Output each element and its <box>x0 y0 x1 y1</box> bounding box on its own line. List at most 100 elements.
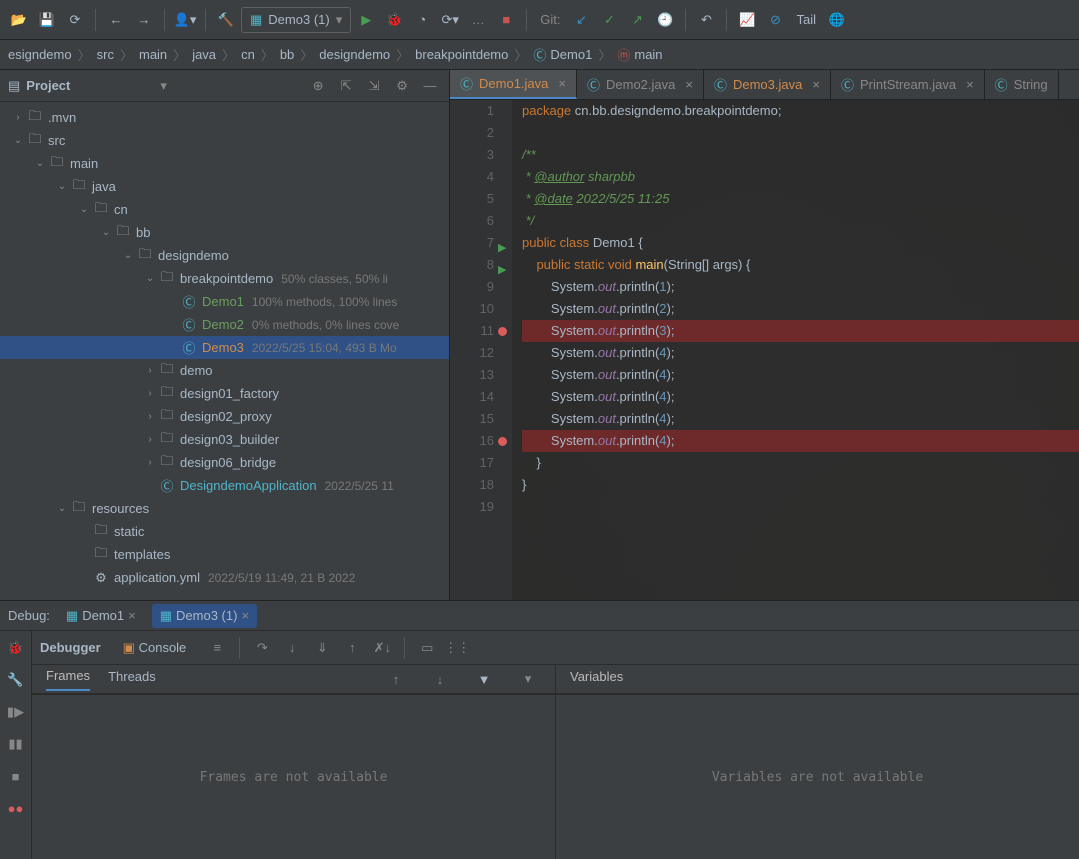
tree-row[interactable]: ›🗀design01_factory <box>0 382 449 405</box>
project-view-icon[interactable]: ▤ <box>8 78 20 94</box>
bc-item[interactable]: breakpointdemo <box>415 47 508 62</box>
translate-icon[interactable]: 🌐 <box>824 7 850 33</box>
gear-icon[interactable]: ⚙ <box>391 75 413 97</box>
trace-icon[interactable]: ⋮⋮ <box>444 635 470 661</box>
back-icon[interactable]: ← <box>103 7 129 33</box>
build-icon[interactable]: 🔨 <box>213 7 239 33</box>
tree-row[interactable]: 🗀templates <box>0 543 449 566</box>
avatar-icon[interactable]: 👤▾ <box>172 7 198 33</box>
tree-row[interactable]: ⌄🗀designdemo <box>0 244 449 267</box>
git-update-icon[interactable]: ↙ <box>568 7 594 33</box>
editor-tab[interactable]: ⒸDemo2.java× <box>577 70 704 99</box>
debug-header: Debug: ▦ Demo1 × ▦ Demo3 (1) × <box>0 601 1079 631</box>
editor-tab[interactable]: ⒸPrintStream.java× <box>831 70 985 99</box>
stop-icon[interactable]: ■ <box>3 763 29 789</box>
resume-icon[interactable]: ▮▶ <box>3 699 29 725</box>
filter-icon[interactable]: ▼ <box>471 666 497 692</box>
git-label: Git: <box>540 12 560 27</box>
step-into-icon[interactable]: ↓ <box>279 635 305 661</box>
run-config-combo[interactable]: ▦ Demo3 (1) ▾ <box>241 7 351 33</box>
block-icon[interactable]: ⊘ <box>762 7 788 33</box>
drop-frame-icon[interactable]: ✗↓ <box>369 635 395 661</box>
step-over-icon[interactable]: ↷ <box>249 635 275 661</box>
debug-side-toolbar: 🐞 🔧 ▮▶ ▮▮ ■ ●● <box>0 631 32 859</box>
undo-icon[interactable]: ↶ <box>693 7 719 33</box>
editor-tab[interactable]: ⒸDemo1.java× <box>450 70 577 99</box>
debug-session-tab[interactable]: ▦ Demo3 (1) × <box>152 604 257 628</box>
down-icon[interactable]: ↓ <box>427 666 453 692</box>
code[interactable]: package cn.bb.designdemo.breakpointdemo;… <box>512 100 1079 600</box>
debugger-tab[interactable]: Debugger <box>40 640 101 655</box>
threads-tab[interactable]: Threads <box>108 669 156 690</box>
tree-row[interactable]: ⌄🗀resources <box>0 497 449 520</box>
tree-row[interactable]: ›🗀design06_bridge <box>0 451 449 474</box>
tree-row[interactable]: 🗀static <box>0 520 449 543</box>
git-push-icon[interactable]: ↗ <box>624 7 650 33</box>
step-out-icon[interactable]: ↑ <box>339 635 365 661</box>
modify-icon[interactable]: 🔧 <box>3 667 29 693</box>
debug-session-tab[interactable]: ▦ Demo1 × <box>58 604 144 628</box>
stop-icon[interactable]: ■ <box>493 7 519 33</box>
bc-item[interactable]: designdemo <box>319 47 390 62</box>
bc-item[interactable]: esigndemo <box>8 47 72 62</box>
open-icon[interactable]: 📂 <box>6 7 32 33</box>
tree-row[interactable]: ›🗀.mvn <box>0 106 449 129</box>
git-history-icon[interactable]: 🕘 <box>652 7 678 33</box>
breakpoints-icon[interactable]: ●● <box>3 795 29 821</box>
collapse-icon[interactable]: ⇲ <box>363 75 385 97</box>
refresh-icon[interactable]: ⟳ <box>62 7 88 33</box>
up-icon[interactable]: ↑ <box>383 666 409 692</box>
run-icon[interactable]: ▶ <box>353 7 379 33</box>
editor-tabs: ⒸDemo1.java×ⒸDemo2.java×ⒸDemo3.java×ⒸPri… <box>450 70 1079 100</box>
coverage-icon[interactable]: ◔ <box>409 7 435 33</box>
bc-item[interactable]: Ⓒ Demo1 <box>533 45 592 64</box>
locate-icon[interactable]: ⊕ <box>307 75 329 97</box>
tree-row[interactable]: ›🗀demo <box>0 359 449 382</box>
force-step-icon[interactable]: ⇓ <box>309 635 335 661</box>
bc-item[interactable]: cn <box>241 47 255 62</box>
variables-tab[interactable]: Variables <box>570 669 623 690</box>
attach-icon[interactable]: … <box>465 7 491 33</box>
bc-item[interactable]: ⓜ main <box>617 45 662 64</box>
code-area[interactable]: 1234567▶8▶910111213141516171819 package … <box>450 100 1079 600</box>
frames-tab[interactable]: Frames <box>46 668 90 691</box>
expand-icon[interactable]: ⇱ <box>335 75 357 97</box>
hide-icon[interactable]: — <box>419 75 441 97</box>
chart-icon[interactable]: 📈 <box>734 7 760 33</box>
forward-icon[interactable]: → <box>131 7 157 33</box>
tree-row[interactable]: ⌄🗀bb <box>0 221 449 244</box>
gutter[interactable]: 1234567▶8▶910111213141516171819 <box>450 100 512 600</box>
layout-icon[interactable]: ≡ <box>204 635 230 661</box>
git-commit-icon[interactable]: ✓ <box>596 7 622 33</box>
save-icon[interactable]: 💾 <box>34 7 60 33</box>
profile-icon[interactable]: ⟳▾ <box>437 7 463 33</box>
editor-tab[interactable]: ⒸDemo3.java× <box>704 70 831 99</box>
chevron-down-icon[interactable]: ▾ <box>160 78 167 94</box>
tree-row[interactable]: ⌄🗀main <box>0 152 449 175</box>
tree-row[interactable]: ›🗀design03_builder <box>0 428 449 451</box>
console-tab[interactable]: ▣ Console <box>123 640 187 656</box>
editor-tab[interactable]: ⒸString <box>985 70 1059 99</box>
tree-row[interactable]: ⌄🗀src <box>0 129 449 152</box>
tree-row[interactable]: ⌄🗀cn <box>0 198 449 221</box>
tree-row[interactable]: ⒸDesigndemoApplication2022/5/25 11 <box>0 474 449 497</box>
project-panel-header: ▤ Project ▾ ⊕ ⇱ ⇲ ⚙ — <box>0 70 449 102</box>
evaluate-icon[interactable]: ▭ <box>414 635 440 661</box>
more-icon[interactable]: ▾ <box>515 666 541 692</box>
tree-row[interactable]: ⒸDemo1100% methods, 100% lines <box>0 290 449 313</box>
tree-row[interactable]: ›🗀design02_proxy <box>0 405 449 428</box>
project-title: Project <box>26 78 154 93</box>
tree-row[interactable]: ⌄🗀java <box>0 175 449 198</box>
debug-icon[interactable]: 🐞 <box>381 7 407 33</box>
bc-item[interactable]: main <box>139 47 167 62</box>
tree-row[interactable]: ⌄🗀breakpointdemo50% classes, 50% li <box>0 267 449 290</box>
pause-icon[interactable]: ▮▮ <box>3 731 29 757</box>
tree-row[interactable]: ⒸDemo32022/5/25 15:04, 493 B Mo <box>0 336 449 359</box>
bc-item[interactable]: bb <box>280 47 294 62</box>
bc-item[interactable]: src <box>97 47 114 62</box>
rerun-icon[interactable]: 🐞 <box>3 635 29 661</box>
tree-row[interactable]: ⒸDemo20% methods, 0% lines cove <box>0 313 449 336</box>
project-tree[interactable]: ›🗀.mvn⌄🗀src⌄🗀main⌄🗀java⌄🗀cn⌄🗀bb⌄🗀designd… <box>0 102 449 600</box>
bc-item[interactable]: java <box>192 47 216 62</box>
tree-row[interactable]: ⚙application.yml2022/5/19 11:49, 21 B 20… <box>0 566 449 589</box>
